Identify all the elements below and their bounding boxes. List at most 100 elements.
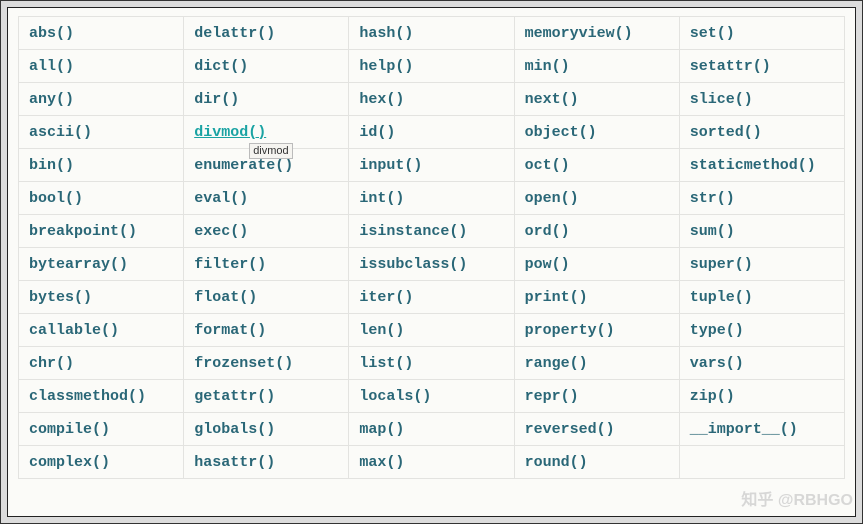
function-link[interactable]: object()	[525, 124, 597, 141]
function-link[interactable]: round()	[525, 454, 588, 471]
function-link[interactable]: setattr()	[690, 58, 771, 75]
table-row: chr() frozenset() list() range() vars()	[19, 347, 845, 380]
table-cell: sum()	[679, 215, 844, 248]
table-cell: format()	[184, 314, 349, 347]
function-link[interactable]: format()	[194, 322, 266, 339]
function-link[interactable]: hasattr()	[194, 454, 275, 471]
function-link[interactable]: type()	[690, 322, 744, 339]
table-cell: set()	[679, 17, 844, 50]
function-link[interactable]: sum()	[690, 223, 735, 240]
table-cell: enumerate()	[184, 149, 349, 182]
table-row: complex() hasattr() max() round()	[19, 446, 845, 479]
function-link[interactable]: bin()	[29, 157, 74, 174]
function-link[interactable]: divmod()	[194, 124, 266, 141]
function-link[interactable]: delattr()	[194, 25, 275, 42]
function-link[interactable]: bytes()	[29, 289, 92, 306]
table-row: bool() eval() int() open() str()	[19, 182, 845, 215]
table-cell: slice()	[679, 83, 844, 116]
function-link[interactable]: id()	[359, 124, 395, 141]
function-link[interactable]: hash()	[359, 25, 413, 42]
function-link[interactable]: tuple()	[690, 289, 753, 306]
function-link[interactable]: abs()	[29, 25, 74, 42]
table-cell: frozenset()	[184, 347, 349, 380]
function-link[interactable]: chr()	[29, 355, 74, 372]
table-cell: pow()	[514, 248, 679, 281]
function-link[interactable]: input()	[359, 157, 422, 174]
function-link[interactable]: complex()	[29, 454, 110, 471]
function-link[interactable]: dict()	[194, 58, 248, 75]
function-link[interactable]: next()	[525, 91, 579, 108]
function-link[interactable]: isinstance()	[359, 223, 467, 240]
function-link[interactable]: len()	[359, 322, 404, 339]
function-link[interactable]: all()	[29, 58, 74, 75]
function-link[interactable]: reversed()	[525, 421, 615, 438]
table-cell: setattr()	[679, 50, 844, 83]
function-link[interactable]: compile()	[29, 421, 110, 438]
table-cell: zip()	[679, 380, 844, 413]
function-link[interactable]: super()	[690, 256, 753, 273]
table-cell: min()	[514, 50, 679, 83]
function-link[interactable]: staticmethod()	[690, 157, 816, 174]
function-link[interactable]: ord()	[525, 223, 570, 240]
function-link[interactable]: float()	[194, 289, 257, 306]
function-link[interactable]: iter()	[359, 289, 413, 306]
outer-frame: abs() delattr() hash() memoryview() set() all…	[0, 0, 863, 524]
function-link[interactable]: dir()	[194, 91, 239, 108]
function-link[interactable]: breakpoint()	[29, 223, 137, 240]
function-link[interactable]: ascii()	[29, 124, 92, 141]
function-link[interactable]: eval()	[194, 190, 248, 207]
function-link[interactable]: print()	[525, 289, 588, 306]
function-link[interactable]: classmethod()	[29, 388, 146, 405]
function-link[interactable]: globals()	[194, 421, 275, 438]
function-link[interactable]: str()	[690, 190, 735, 207]
table-cell: divmod()	[184, 116, 349, 149]
function-link[interactable]: int()	[359, 190, 404, 207]
table-cell: eval()	[184, 182, 349, 215]
function-link[interactable]: zip()	[690, 388, 735, 405]
function-link[interactable]: __import__()	[690, 421, 798, 438]
function-link[interactable]: repr()	[525, 388, 579, 405]
function-link[interactable]: bool()	[29, 190, 83, 207]
function-link[interactable]: set()	[690, 25, 735, 42]
table-cell: breakpoint()	[19, 215, 184, 248]
table-cell: complex()	[19, 446, 184, 479]
function-link[interactable]: sorted()	[690, 124, 762, 141]
table-row: ascii() divmod() id() object() sorted()	[19, 116, 845, 149]
function-link[interactable]: min()	[525, 58, 570, 75]
function-link[interactable]: exec()	[194, 223, 248, 240]
function-link[interactable]: list()	[359, 355, 413, 372]
function-link[interactable]: memoryview()	[525, 25, 633, 42]
function-link[interactable]: filter()	[194, 256, 266, 273]
table-cell: range()	[514, 347, 679, 380]
function-link[interactable]: help()	[359, 58, 413, 75]
table-cell: globals()	[184, 413, 349, 446]
function-link[interactable]: bytearray()	[29, 256, 128, 273]
function-link[interactable]: enumerate()	[194, 157, 293, 174]
function-link[interactable]: callable()	[29, 322, 119, 339]
function-link[interactable]: frozenset()	[194, 355, 293, 372]
table-cell: bool()	[19, 182, 184, 215]
table-cell: oct()	[514, 149, 679, 182]
function-link[interactable]: slice()	[690, 91, 753, 108]
table-row: all() dict() help() min() setattr()	[19, 50, 845, 83]
function-link[interactable]: any()	[29, 91, 74, 108]
table-cell: __import__()	[679, 413, 844, 446]
function-link[interactable]: max()	[359, 454, 404, 471]
function-link[interactable]: range()	[525, 355, 588, 372]
function-link[interactable]: vars()	[690, 355, 744, 372]
table-row: any() dir() hex() next() slice()	[19, 83, 845, 116]
table-cell: delattr()	[184, 17, 349, 50]
function-link[interactable]: getattr()	[194, 388, 275, 405]
function-link[interactable]: property()	[525, 322, 615, 339]
function-link[interactable]: map()	[359, 421, 404, 438]
table-row: callable() format() len() property() type()	[19, 314, 845, 347]
function-link[interactable]: oct()	[525, 157, 570, 174]
builtin-functions-table: abs() delattr() hash() memoryview() set() all…	[18, 16, 845, 479]
function-link[interactable]: hex()	[359, 91, 404, 108]
function-link[interactable]: open()	[525, 190, 579, 207]
table-cell: list()	[349, 347, 514, 380]
function-link[interactable]: locals()	[359, 388, 431, 405]
function-link[interactable]: pow()	[525, 256, 570, 273]
table-cell: classmethod()	[19, 380, 184, 413]
function-link[interactable]: issubclass()	[359, 256, 467, 273]
